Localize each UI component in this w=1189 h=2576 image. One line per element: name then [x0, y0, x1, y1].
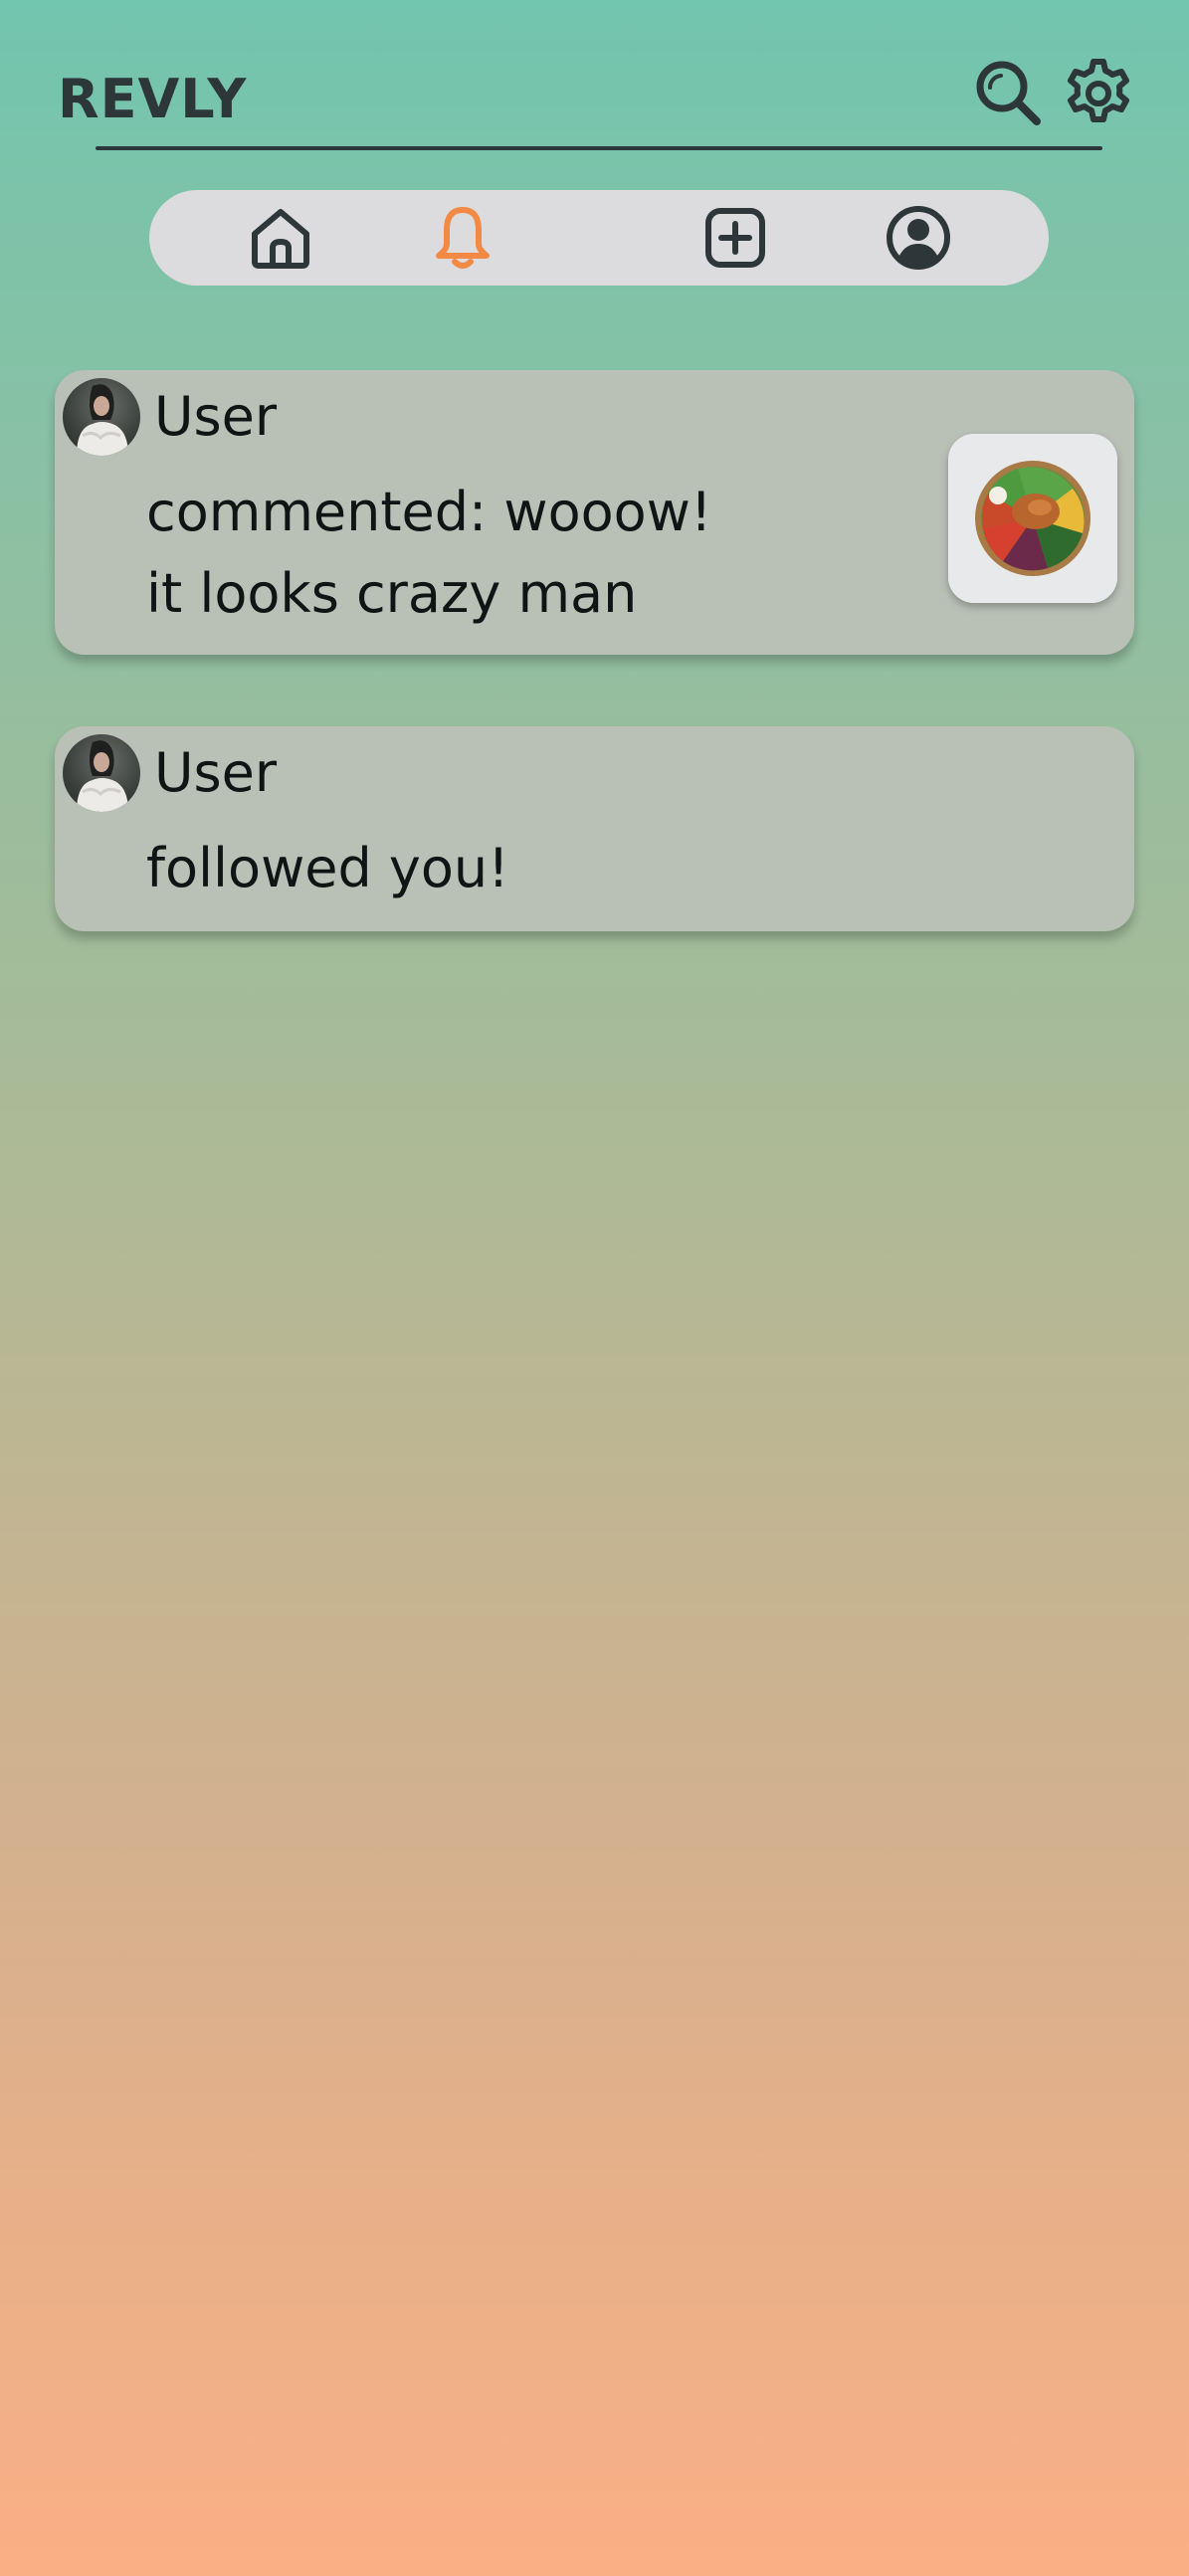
avatar[interactable]: [63, 734, 140, 812]
nav-create-button[interactable]: [701, 204, 769, 272]
notification-message: commented: wooow! it looks crazy man: [146, 481, 712, 625]
bottom-nav: [149, 190, 1049, 286]
bell-icon: [436, 207, 490, 269]
home-icon: [252, 209, 309, 269]
nav-profile-button[interactable]: [885, 204, 952, 272]
user-photo-icon: [77, 384, 128, 456]
notification-username[interactable]: User: [154, 382, 277, 452]
search-button[interactable]: [973, 58, 1043, 127]
search-icon: [976, 61, 1041, 125]
app-title: REVLY: [58, 68, 248, 130]
settings-button[interactable]: [1061, 56, 1136, 131]
nav-notifications-button[interactable]: [429, 204, 496, 272]
post-thumbnail[interactable]: [948, 434, 1117, 603]
notification-card[interactable]: User commented: wooow! it looks crazy ma…: [55, 370, 1134, 655]
notification-card[interactable]: User followed you!: [55, 726, 1134, 931]
app-header: REVLY: [0, 0, 1189, 159]
notification-message: followed you!: [146, 837, 509, 899]
gear-icon: [1068, 59, 1129, 122]
user-photo-icon: [77, 740, 128, 812]
header-divider: [96, 146, 1102, 150]
notification-username[interactable]: User: [154, 738, 277, 808]
nav-home-button[interactable]: [247, 204, 314, 272]
avatar[interactable]: [63, 378, 140, 456]
food-bowl-image: [948, 434, 1117, 603]
plus-square-icon: [705, 208, 765, 268]
user-circle-icon: [887, 206, 950, 270]
